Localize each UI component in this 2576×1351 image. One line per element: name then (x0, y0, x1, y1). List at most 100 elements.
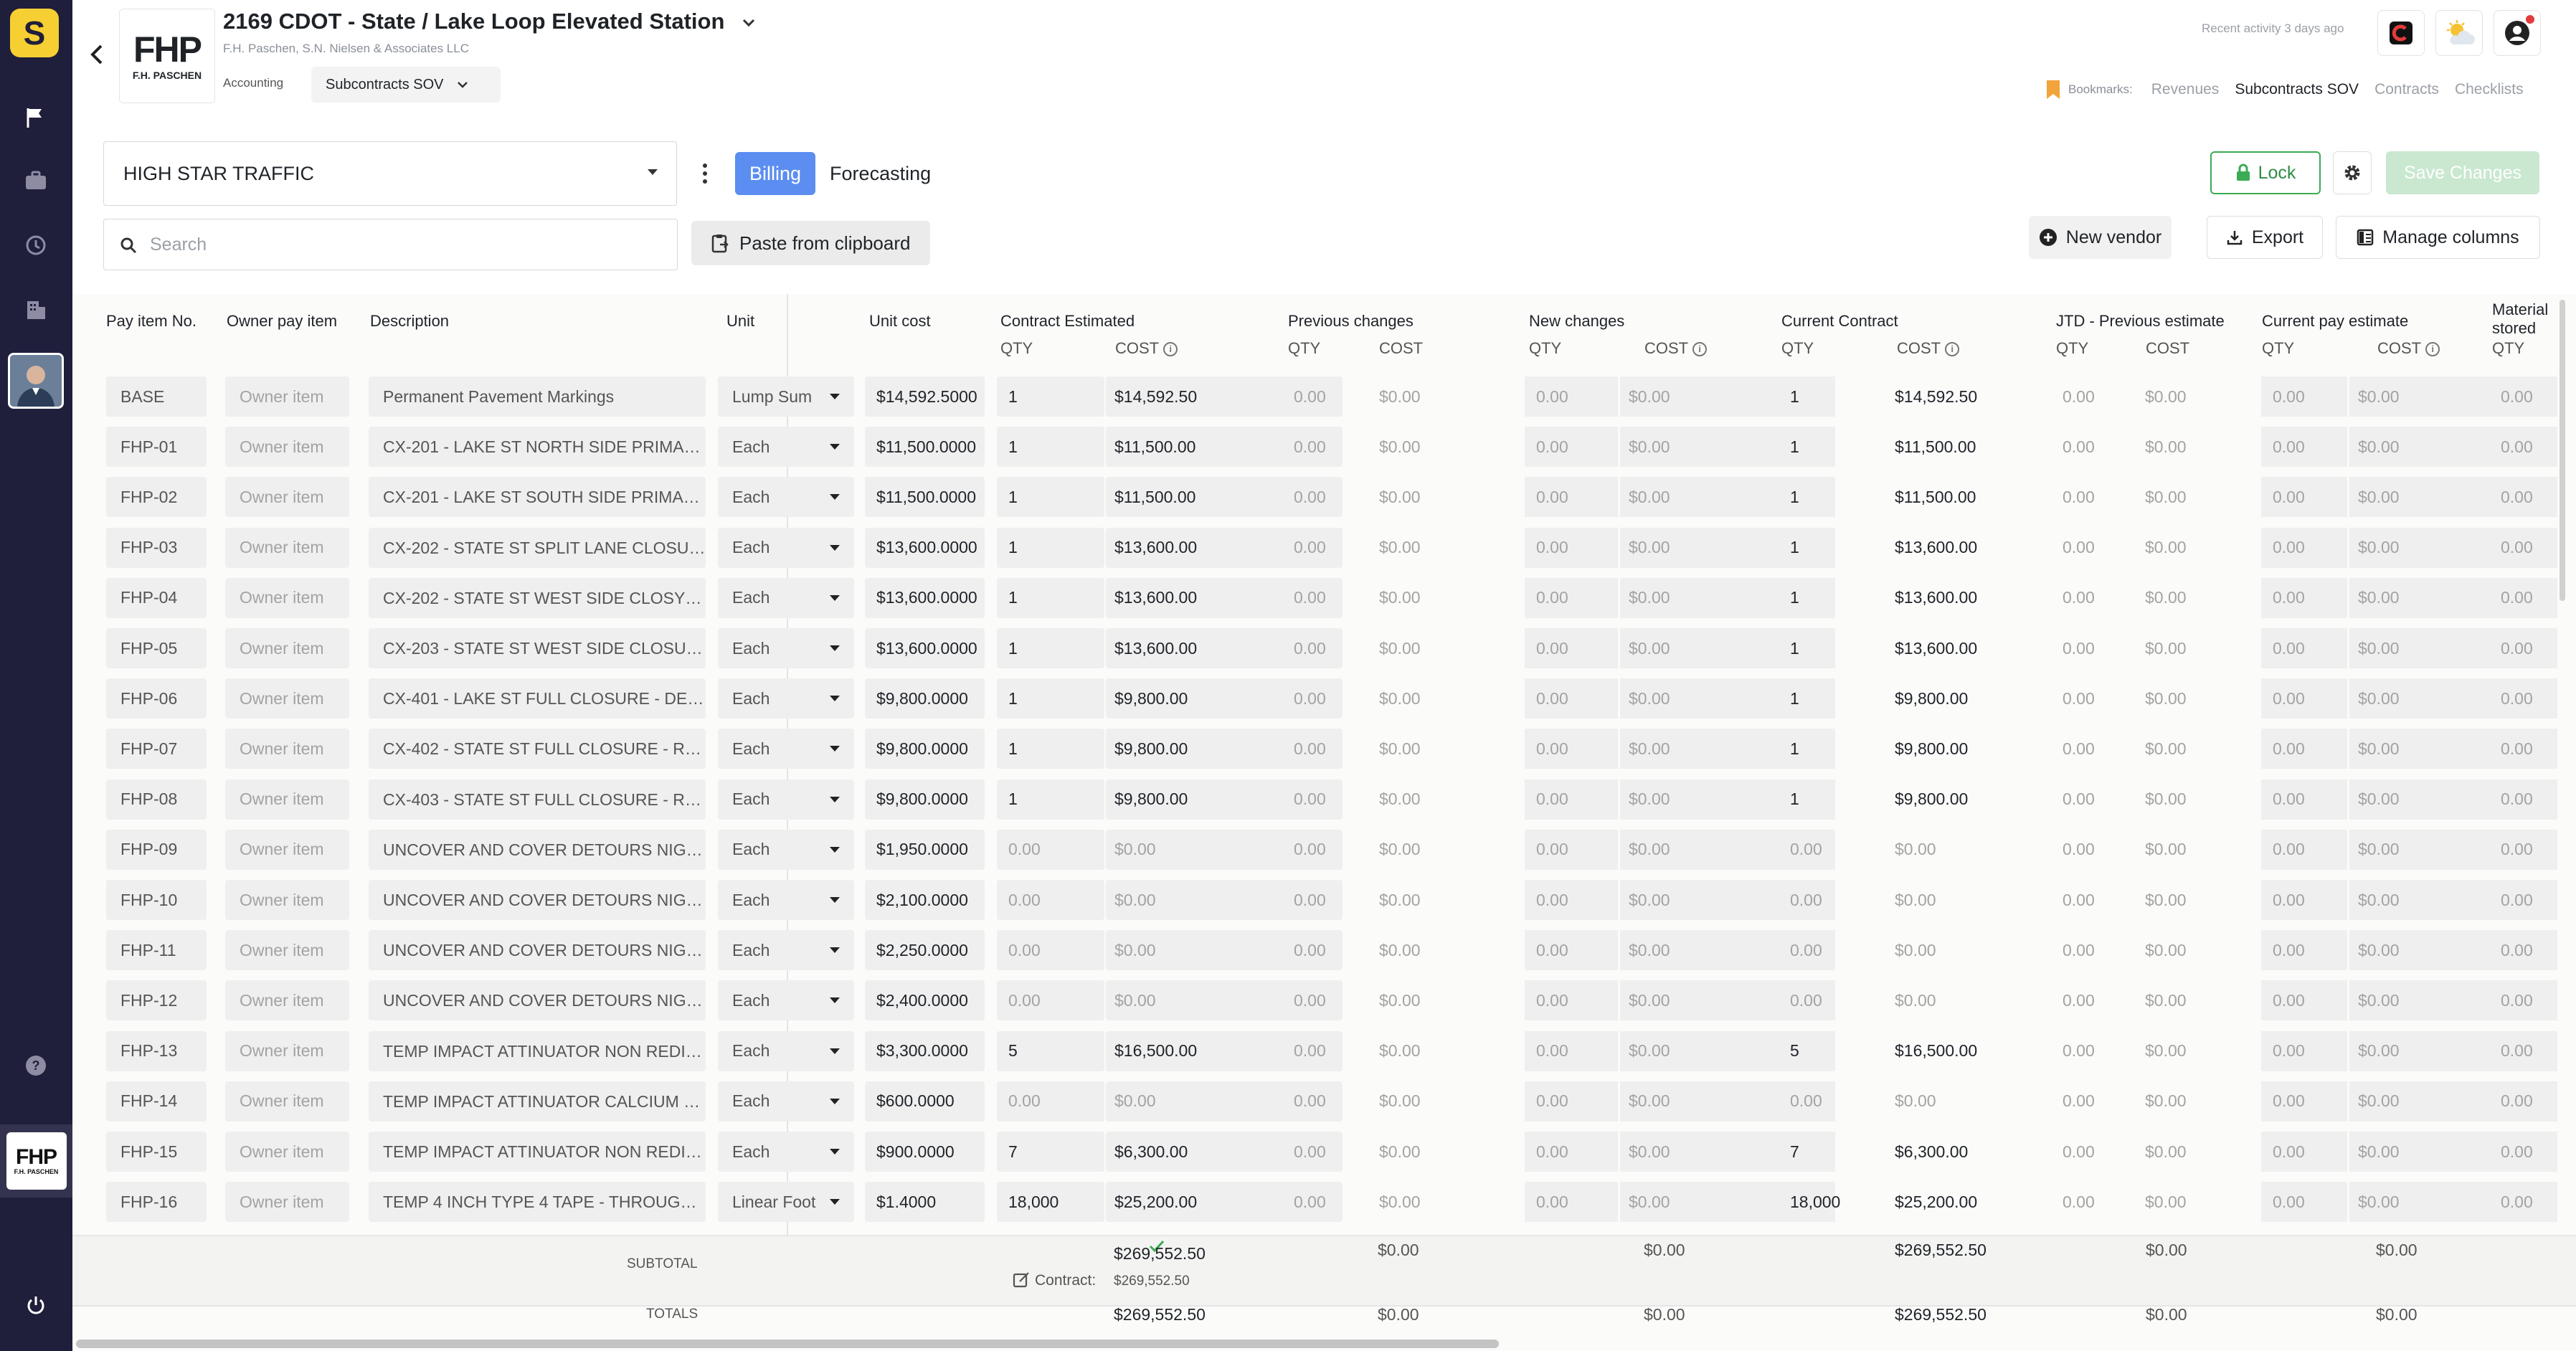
unit-cost-field[interactable]: $9,800.0000 (865, 779, 985, 820)
contract-qty-field[interactable]: 0.00 (997, 930, 1104, 971)
owner-pay-item-field[interactable]: Owner item (225, 980, 349, 1021)
current-pay-qty-field[interactable]: 0.00 (2261, 376, 2347, 417)
new-changes-cost-field[interactable]: $0.00 (1620, 527, 1835, 568)
owner-pay-item-field[interactable]: Owner item (225, 930, 349, 971)
new-changes-qty-field[interactable]: 0.00 (1525, 376, 1618, 417)
description-field[interactable]: CX-402 - STATE ST FULL CLOSURE - RAND... (369, 729, 706, 769)
current-pay-qty-field[interactable]: 0.00 (2261, 930, 2347, 971)
unit-select[interactable]: Each (718, 577, 854, 618)
description-field[interactable]: UNCOVER AND COVER DETOURS NIGHTLY... (369, 930, 706, 971)
new-changes-qty-field[interactable]: 0.00 (1525, 779, 1618, 820)
current-pay-qty-field[interactable]: 0.00 (2261, 880, 2347, 920)
new-changes-qty-field[interactable]: 0.00 (1525, 427, 1618, 468)
tab-billing[interactable]: Billing (735, 152, 816, 195)
weather-button[interactable] (2435, 10, 2483, 56)
new-changes-qty-field[interactable]: 0.00 (1525, 729, 1618, 769)
unit-select[interactable]: Linear Foot (718, 1182, 854, 1223)
current-pay-qty-field[interactable]: 0.00 (2261, 980, 2347, 1021)
description-field[interactable]: TEMP IMPACT ATTINUATOR NON REDIRC... (369, 1132, 706, 1172)
description-field[interactable]: CX-202 - STATE ST SPLIT LANE CLOSURE -..… (369, 527, 706, 568)
new-changes-qty-field[interactable]: 0.00 (1525, 1030, 1618, 1071)
material-stored-qty-field[interactable]: 0.00 (2489, 1030, 2557, 1071)
owner-pay-item-field[interactable]: Owner item (225, 779, 349, 820)
pay-item-no-field[interactable]: FHP-07 (106, 729, 207, 769)
user-avatar[interactable] (8, 353, 64, 409)
new-changes-qty-field[interactable]: 0.00 (1525, 930, 1618, 971)
new-changes-qty-field[interactable]: 0.00 (1525, 1081, 1618, 1122)
current-pay-qty-field[interactable]: 0.00 (2261, 477, 2347, 518)
pay-item-no-field[interactable]: FHP-09 (106, 829, 207, 870)
material-stored-qty-field[interactable]: 0.00 (2489, 1132, 2557, 1172)
settings-button[interactable] (2333, 151, 2372, 194)
material-stored-qty-field[interactable]: 0.00 (2489, 1081, 2557, 1122)
new-vendor-button[interactable]: New vendor (2029, 216, 2172, 259)
help-icon[interactable]: ? (22, 1051, 50, 1080)
material-stored-qty-field[interactable]: 0.00 (2489, 527, 2557, 568)
pay-item-no-field[interactable]: FHP-13 (106, 1030, 207, 1071)
new-changes-qty-field[interactable]: 0.00 (1525, 678, 1618, 719)
contract-qty-field[interactable]: 1 (997, 527, 1104, 568)
description-field[interactable]: UNCOVER AND COVER DETOURS NIGHTLY... (369, 829, 706, 870)
page-select[interactable]: Subcontracts SOV (311, 67, 501, 103)
new-changes-qty-field[interactable]: 0.00 (1525, 980, 1618, 1021)
unit-select[interactable]: Each (718, 1132, 854, 1172)
contract-qty-field[interactable]: 1 (997, 477, 1104, 518)
unit-cost-field[interactable]: $9,800.0000 (865, 729, 985, 769)
unit-select[interactable]: Each (718, 527, 854, 568)
back-icon[interactable] (83, 40, 112, 69)
new-changes-cost-field[interactable]: $0.00 (1620, 628, 1835, 668)
owner-pay-item-field[interactable]: Owner item (225, 477, 349, 518)
owner-pay-item-field[interactable]: Owner item (225, 880, 349, 920)
unit-select[interactable]: Each (718, 930, 854, 971)
unit-select[interactable]: Each (718, 628, 854, 668)
lock-button[interactable]: Lock (2210, 151, 2321, 194)
new-changes-qty-field[interactable]: 0.00 (1525, 1182, 1618, 1223)
unit-cost-field[interactable]: $14,592.5000 (865, 376, 985, 417)
current-pay-qty-field[interactable]: 0.00 (2261, 1081, 2347, 1122)
owner-pay-item-field[interactable]: Owner item (225, 628, 349, 668)
material-stored-qty-field[interactable]: 0.00 (2489, 779, 2557, 820)
pay-item-no-field[interactable]: FHP-11 (106, 930, 207, 971)
unit-cost-field[interactable]: $2,250.0000 (865, 930, 985, 971)
pay-item-no-field[interactable]: FHP-02 (106, 477, 207, 518)
project-title[interactable]: 2169 CDOT - State / Lake Loop Elevated S… (223, 9, 757, 34)
current-pay-qty-field[interactable]: 0.00 (2261, 628, 2347, 668)
paste-from-clipboard-button[interactable]: Paste from clipboard (691, 221, 930, 265)
material-stored-qty-field[interactable]: 0.00 (2489, 577, 2557, 618)
pay-item-no-field[interactable]: FHP-01 (106, 427, 207, 468)
pay-item-no-field[interactable]: FHP-04 (106, 577, 207, 618)
pay-item-no-field[interactable]: FHP-05 (106, 628, 207, 668)
new-changes-qty-field[interactable]: 0.00 (1525, 1132, 1618, 1172)
new-changes-cost-field[interactable]: $0.00 (1620, 577, 1835, 618)
owner-pay-item-field[interactable]: Owner item (225, 1081, 349, 1122)
description-field[interactable]: CX-403 - STATE ST FULL CLOSURE - RAND... (369, 779, 706, 820)
contract-qty-field[interactable]: 5 (997, 1030, 1104, 1071)
pay-item-no-field[interactable]: BASE (106, 376, 207, 417)
pay-item-no-field[interactable]: FHP-16 (106, 1182, 207, 1223)
material-stored-qty-field[interactable]: 0.00 (2489, 980, 2557, 1021)
pay-item-no-field[interactable]: FHP-12 (106, 980, 207, 1021)
new-changes-qty-field[interactable]: 0.00 (1525, 829, 1618, 870)
pay-item-no-field[interactable]: FHP-03 (106, 527, 207, 568)
new-changes-cost-field[interactable]: $0.00 (1620, 678, 1835, 719)
info-icon[interactable]: i (1163, 342, 1178, 357)
bookmark-contracts[interactable]: Contracts (2374, 81, 2439, 98)
material-stored-qty-field[interactable]: 0.00 (2489, 376, 2557, 417)
contract-qty-field[interactable]: 1 (997, 376, 1104, 417)
unit-select[interactable]: Each (718, 477, 854, 518)
material-stored-qty-field[interactable]: 0.00 (2489, 829, 2557, 870)
contract-qty-field[interactable]: 7 (997, 1132, 1104, 1172)
info-icon[interactable]: i (1945, 342, 1960, 357)
company-switcher[interactable]: FHP F.H. PASCHEN (0, 1124, 72, 1198)
new-changes-cost-field[interactable]: $0.00 (1620, 477, 1835, 518)
unit-cost-field[interactable]: $1,950.0000 (865, 829, 985, 870)
search-input[interactable]: Search (103, 219, 678, 270)
current-pay-qty-field[interactable]: 0.00 (2261, 1030, 2347, 1071)
new-changes-cost-field[interactable]: $0.00 (1620, 376, 1835, 417)
unit-cost-field[interactable]: $13,600.0000 (865, 577, 985, 618)
bookmark-revenues[interactable]: Revenues (2151, 81, 2220, 98)
unit-cost-field[interactable]: $9,800.0000 (865, 678, 985, 719)
pay-item-no-field[interactable]: FHP-10 (106, 880, 207, 920)
contract-qty-field[interactable]: 1 (997, 779, 1104, 820)
owner-pay-item-field[interactable]: Owner item (225, 1182, 349, 1223)
